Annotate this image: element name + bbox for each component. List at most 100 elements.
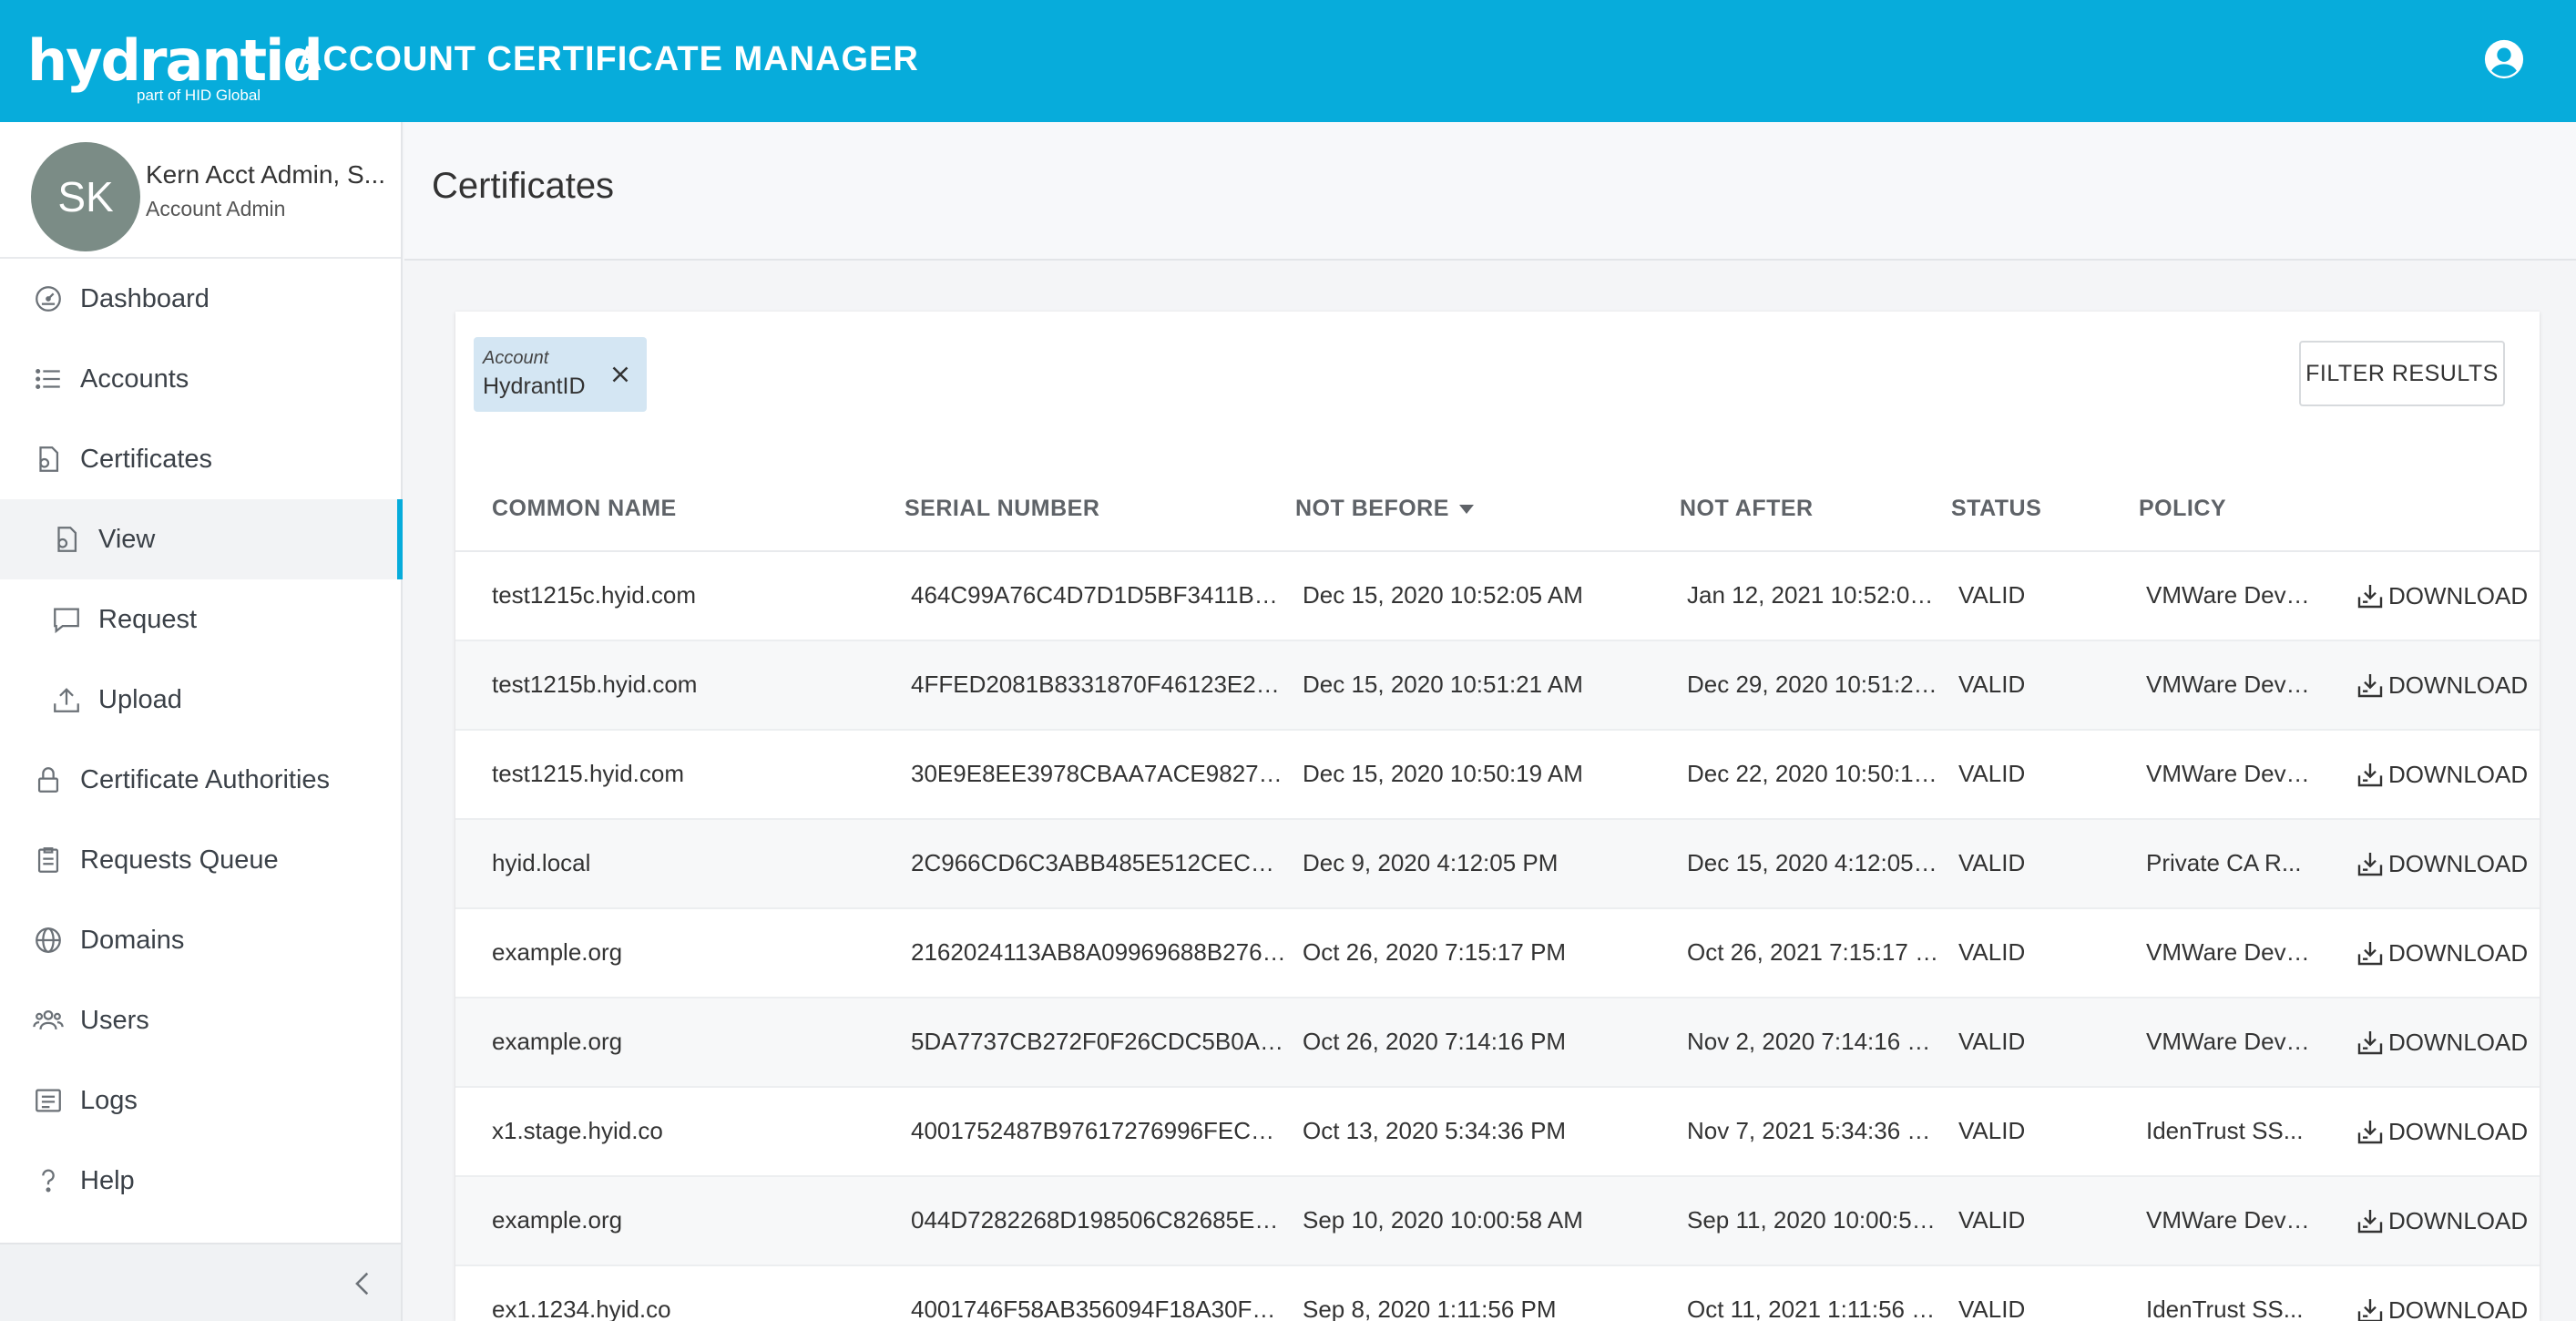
certificate-icon — [33, 444, 64, 475]
table-row[interactable]: test1215b.hyid.com 4FFED2081B8331870F461… — [455, 641, 2540, 731]
cell-serial-number: 464C99A76C4D7D1D5BF3411B33... — [911, 581, 1286, 609]
cell-serial-number: 2C966CD6C3ABB485E512CECCC... — [911, 849, 1286, 876]
download-button[interactable]: DOWNLOAD — [2356, 756, 2528, 793]
cell-status: VALID — [1958, 1117, 2026, 1144]
table-row[interactable]: example.org 044D7282268D198506C82685E4..… — [455, 1177, 2540, 1266]
sidebar: SK Kern Acct Admin, S... Account Admin D… — [0, 122, 403, 1321]
sidebar-item-view[interactable]: View — [0, 499, 403, 579]
download-button[interactable]: DOWNLOAD — [2356, 1292, 2528, 1321]
download-icon — [2357, 1210, 2383, 1234]
cell-serial-number: 4001752487B97617276996FEC0F... — [911, 1117, 1286, 1144]
avatar: SK — [31, 142, 140, 251]
download-button[interactable]: DOWNLOAD — [2356, 1113, 2528, 1150]
download-button[interactable]: DOWNLOAD — [2356, 578, 2528, 614]
cell-not-before: Oct 26, 2020 7:15:17 PM — [1303, 938, 1567, 966]
column-header-not-before-wrap[interactable]: NOT BEFORE — [1295, 496, 1475, 522]
sidebar-item-certificates[interactable]: Certificates — [0, 419, 401, 499]
sidebar-item-label: Upload — [98, 684, 182, 714]
upload-icon — [51, 684, 82, 715]
user-profile: SK Kern Acct Admin, S... Account Admin — [0, 122, 401, 259]
filter-chip-label: Account — [483, 348, 549, 368]
cell-not-before: Dec 9, 2020 4:12:05 PM — [1303, 849, 1559, 876]
globe-icon — [33, 925, 64, 956]
sidebar-item-certificate-authorities[interactable]: Certificate Authorities — [0, 740, 401, 820]
cell-common-name: hyid.local — [492, 849, 591, 876]
download-label: DOWNLOAD — [2388, 938, 2529, 967]
close-icon[interactable] — [607, 361, 634, 388]
column-header-common-name[interactable]: COMMON NAME — [492, 496, 677, 522]
log-icon — [33, 1085, 64, 1116]
hydrantid-logo[interactable]: hydrantid part of HID Global — [27, 33, 323, 104]
sidebar-item-label: Request — [98, 604, 198, 634]
download-icon — [2357, 585, 2383, 609]
logo-tagline: part of HID Global — [137, 87, 261, 104]
sidebar-item-requests-queue[interactable]: Requests Queue — [0, 820, 401, 900]
column-header-serial-number[interactable]: SERIAL NUMBER — [905, 496, 1099, 522]
sidebar-item-label: Accounts — [80, 364, 189, 394]
table-row[interactable]: test1215c.hyid.com 464C99A76C4D7D1D5BF34… — [455, 552, 2540, 641]
sidebar-item-label: Users — [80, 1005, 149, 1035]
cell-not-before: Dec 15, 2020 10:51:21 AM — [1303, 671, 1583, 698]
cell-serial-number: 4FFED2081B8331870F46123E299... — [911, 671, 1286, 698]
sidebar-item-dashboard[interactable]: Dashboard — [0, 259, 401, 339]
cell-policy: Private CA R... — [2146, 849, 2302, 876]
cell-not-after: Dec 22, 2020 10:50:19... — [1687, 760, 1940, 787]
download-icon — [2357, 763, 2383, 787]
column-header-status[interactable]: STATUS — [1951, 496, 2041, 522]
page-header: Certificates — [404, 122, 2576, 261]
table-row[interactable]: hyid.local 2C966CD6C3ABB485E512CECCC... … — [455, 820, 2540, 909]
cell-not-before: Oct 13, 2020 5:34:36 PM — [1303, 1117, 1567, 1144]
sidebar-item-help[interactable]: Help — [0, 1141, 401, 1221]
cell-status: VALID — [1958, 1028, 2026, 1055]
filter-results-button[interactable]: FILTER RESULTS — [2299, 341, 2505, 406]
cell-common-name: example.org — [492, 1028, 623, 1055]
table-row[interactable]: x1.stage.hyid.co 4001752487B97617276996F… — [455, 1088, 2540, 1177]
column-header-policy[interactable]: POLICY — [2139, 496, 2226, 522]
sidebar-nav: Dashboard Accounts Certificates View Req… — [0, 259, 403, 1221]
download-label: DOWNLOAD — [2388, 1295, 2529, 1321]
download-button[interactable]: DOWNLOAD — [2356, 667, 2528, 703]
cell-not-after: Oct 11, 2021 1:11:56 PM — [1687, 1295, 1940, 1321]
download-button[interactable]: DOWNLOAD — [2356, 845, 2528, 882]
cell-serial-number: 2162024113AB8A09969688B276F... — [911, 938, 1286, 966]
sidebar-item-users[interactable]: Users — [0, 980, 401, 1060]
filter-chip-value: HydrantID — [483, 374, 586, 399]
download-button[interactable]: DOWNLOAD — [2356, 1203, 2528, 1239]
table-body: test1215c.hyid.com 464C99A76C4D7D1D5BF34… — [455, 552, 2540, 1321]
list-icon — [33, 364, 64, 394]
download-label: DOWNLOAD — [2388, 849, 2529, 877]
sidebar-item-label: Domains — [80, 925, 185, 955]
cell-status: VALID — [1958, 581, 2026, 609]
top-bar: hydrantid part of HID Global ACCOUNT CER… — [0, 0, 2576, 122]
cell-common-name: test1215c.hyid.com — [492, 581, 697, 609]
download-icon — [2357, 674, 2383, 698]
table-row[interactable]: example.org 2162024113AB8A09969688B276F.… — [455, 909, 2540, 998]
help-icon — [33, 1165, 64, 1196]
sidebar-item-accounts[interactable]: Accounts — [0, 339, 401, 419]
sidebar-item-logs[interactable]: Logs — [0, 1060, 401, 1141]
cell-status: VALID — [1958, 671, 2026, 698]
cell-serial-number: 4001746F58AB356094F18A30F4A... — [911, 1295, 1286, 1321]
table-row[interactable]: test1215.hyid.com 30E9E8EE3978CBAA7ACE98… — [455, 731, 2540, 820]
download-label: DOWNLOAD — [2388, 581, 2529, 609]
sidebar-item-domains[interactable]: Domains — [0, 900, 401, 980]
sidebar-item-request[interactable]: Request — [0, 579, 401, 660]
cell-serial-number: 30E9E8EE3978CBAA7ACE982732... — [911, 760, 1286, 787]
cell-common-name: example.org — [492, 1206, 623, 1234]
column-header-not-after[interactable]: NOT AFTER — [1680, 496, 1814, 522]
download-label: DOWNLOAD — [2388, 671, 2529, 699]
users-icon — [33, 1005, 64, 1036]
download-button[interactable]: DOWNLOAD — [2356, 935, 2528, 971]
table-row[interactable]: ex1.1234.hyid.co 4001746F58AB356094F18A3… — [455, 1266, 2540, 1321]
chevron-left-icon[interactable] — [348, 1268, 379, 1299]
download-button[interactable]: DOWNLOAD — [2356, 1024, 2528, 1060]
cell-policy: VMWare Dev ... — [2146, 1028, 2310, 1055]
user-account-icon[interactable] — [2483, 38, 2525, 80]
cell-not-before: Oct 26, 2020 7:14:16 PM — [1303, 1028, 1567, 1055]
cell-policy: VMWare Dev ... — [2146, 760, 2310, 787]
cell-not-after: Nov 2, 2020 7:14:16 PM — [1687, 1028, 1940, 1055]
table-row[interactable]: example.org 5DA7737CB272F0F26CDC5B0A97..… — [455, 998, 2540, 1088]
cell-policy: VMWare Dev ... — [2146, 671, 2310, 698]
sidebar-item-upload[interactable]: Upload — [0, 660, 401, 740]
profile-name: Kern Acct Admin, S... — [146, 160, 386, 189]
